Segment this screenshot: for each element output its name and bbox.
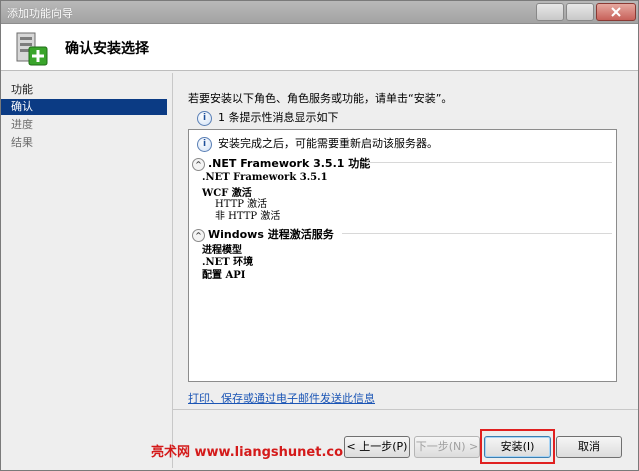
- title-bar[interactable]: 添加功能向导: [1, 1, 638, 24]
- collapse-chevron-icon[interactable]: ^: [192, 157, 205, 171]
- window-controls: [536, 3, 636, 21]
- intro-text: 若要安装以下角色、角色服务或功能，请单击“安装”。: [188, 92, 453, 105]
- sidebar-item-progress: 进度: [11, 118, 33, 131]
- section-title: Windows 进程激活服务: [208, 228, 334, 241]
- wizard-window: 添加功能向导 确认安装选择 功能 确认 进度 结果 若要安装以下角色、角色服务或…: [0, 0, 639, 471]
- footer-divider: [173, 409, 638, 410]
- feature-item: 配置 API: [202, 270, 246, 281]
- close-button[interactable]: [596, 3, 636, 21]
- sidebar-item-features[interactable]: 功能: [1, 82, 167, 98]
- watermark-text: 亮术网 www.liangshunet.com: [151, 445, 357, 460]
- sidebar-item-results: 结果: [11, 136, 33, 149]
- print-save-email-link[interactable]: 打印、保存或通过电子邮件发送此信息: [188, 390, 375, 406]
- restart-note-text: 安装完成之后，可能需要重新启动该服务器。: [218, 137, 438, 150]
- info-icon: i: [197, 136, 212, 152]
- maximize-button[interactable]: [566, 3, 594, 21]
- install-button[interactable]: 安装(I): [484, 436, 551, 458]
- cancel-button[interactable]: 取消: [556, 436, 622, 458]
- server-add-icon: [16, 32, 48, 66]
- info-icon: i: [197, 110, 212, 126]
- section-divider: [362, 162, 612, 163]
- info-message-text: 1 条提示性消息显示如下: [218, 111, 339, 124]
- feature-item: 非 HTTP 激活: [215, 211, 281, 222]
- previous-button[interactable]: < 上一步(P): [344, 436, 410, 458]
- window-title: 添加功能向导: [7, 7, 73, 20]
- section-header-was[interactable]: ^ Windows 进程激活服务: [192, 226, 612, 242]
- section-header-net-framework[interactable]: ^ .NET Framework 3.5.1 功能: [192, 155, 612, 171]
- selection-summary-panel[interactable]: i 安装完成之后，可能需要重新启动该服务器。 ^ .NET Framework 3.…: [188, 129, 617, 382]
- close-icon: [611, 7, 621, 17]
- restart-note: i 安装完成之后，可能需要重新启动该服务器。: [197, 135, 438, 152]
- feature-item: .NET Framework 3.5.1: [202, 172, 328, 183]
- section-title: .NET Framework 3.5.1 功能: [208, 157, 371, 170]
- page-title: 确认安装选择: [65, 41, 149, 57]
- info-message-line: i 1 条提示性消息显示如下: [197, 109, 339, 126]
- next-button[interactable]: 下一步(N) >: [414, 436, 480, 458]
- minimize-button[interactable]: [536, 3, 564, 21]
- wizard-header: 确认安装选择: [1, 24, 638, 71]
- section-divider: [342, 233, 612, 234]
- collapse-chevron-icon[interactable]: ^: [192, 228, 205, 242]
- sidebar-item-confirm[interactable]: 确认: [1, 99, 167, 115]
